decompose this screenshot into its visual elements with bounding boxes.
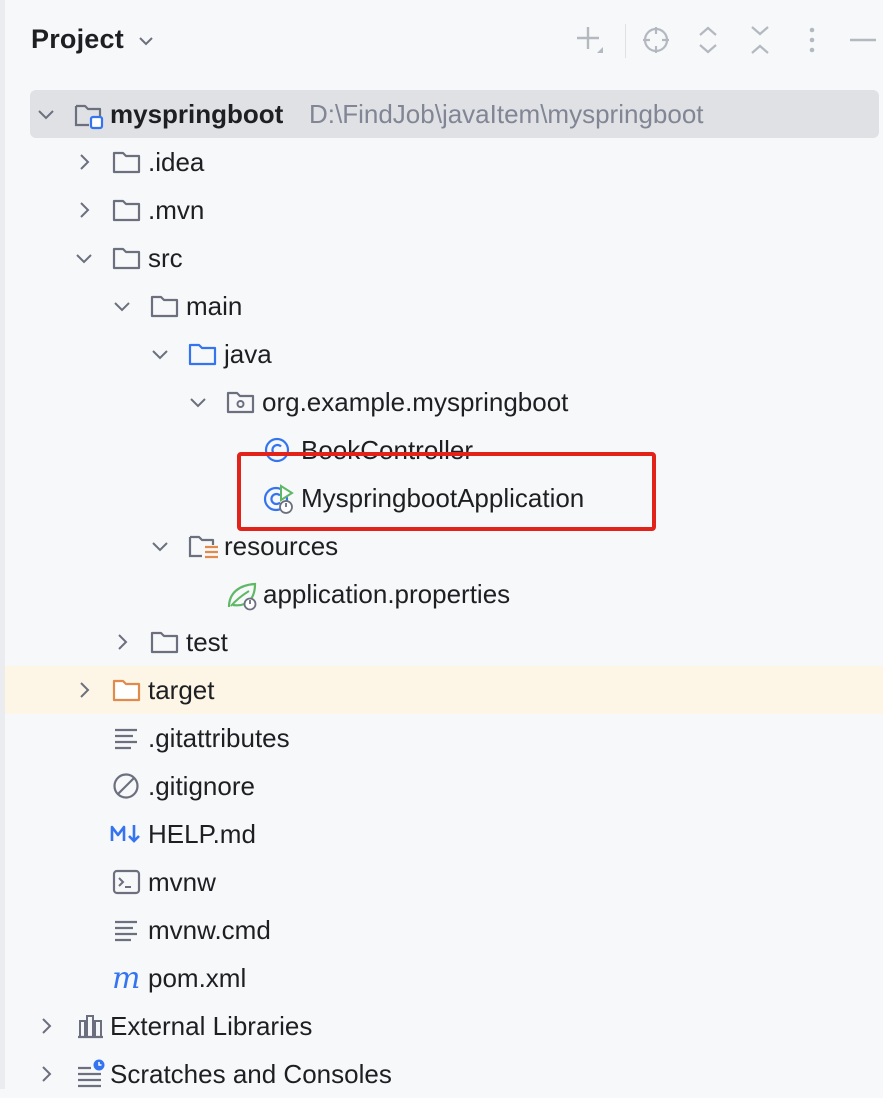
tree-row-package[interactable]: org.example.myspringboot [5,378,883,426]
tree-label: mvnw.cmd [148,915,271,945]
tree-row-target[interactable]: target [5,666,883,714]
tree-row-main[interactable]: main [5,282,883,330]
project-tool-window: Project myspringboot D:\FindJob\javaItem… [5,0,883,1089]
expand-all-icon[interactable] [690,22,726,58]
tree-row-mvn[interactable]: .mvn [5,186,883,234]
more-icon[interactable] [794,22,830,58]
chevron-down-icon[interactable] [73,247,95,269]
scratches-icon [75,1059,107,1089]
chevron-right-icon[interactable] [35,1015,57,1037]
svg-text:m: m [112,963,140,995]
tree-label: java [224,339,272,369]
locate-icon[interactable] [638,22,674,58]
spring-properties-icon [225,579,257,611]
tree-row-java[interactable]: java [5,330,883,378]
tree-row-mvnw-cmd[interactable]: mvnw.cmd [5,906,883,954]
chevron-down-icon[interactable] [35,103,57,125]
ignore-file-icon [111,771,143,801]
chevron-down-icon[interactable] [149,535,171,557]
folder-icon [149,291,181,321]
text-file-icon [111,915,143,945]
tree-label: External Libraries [110,1011,313,1041]
shell-script-icon [111,867,143,897]
annotation-highlight-box [237,452,656,531]
package-icon [225,387,257,417]
root-label: myspringboot [110,99,284,129]
chevron-down-icon[interactable] [187,391,209,413]
chevron-right-icon[interactable] [73,679,95,701]
markdown-icon [109,819,141,849]
tree-row-idea[interactable]: .idea [5,138,883,186]
source-folder-icon [187,339,219,369]
chevron-down-icon[interactable] [149,343,171,365]
hide-icon[interactable] [844,22,880,58]
tree-label: Scratches and Consoles [110,1059,392,1089]
folder-icon [111,243,143,273]
tree-label: application.properties [263,579,511,609]
collapse-all-icon[interactable] [742,22,778,58]
tree-label: pom.xml [148,963,247,993]
chevron-right-icon[interactable] [73,199,95,221]
tree-row-app-props[interactable]: application.properties [5,570,883,618]
chevron-right-icon[interactable] [73,151,95,173]
chevron-down-icon[interactable] [111,295,133,317]
chevron-down-icon[interactable] [135,30,157,52]
tree-label: HELP.md [148,819,256,849]
tree-label: .mvn [148,195,205,225]
text-file-icon [111,723,143,753]
tree-label: resources [224,531,339,561]
excluded-folder-icon [111,675,143,705]
tree-row-external-libraries[interactable]: External Libraries [5,1002,883,1050]
tree-row-pom[interactable]: m pom.xml [5,954,883,1002]
tree-row-help[interactable]: HELP.md [5,810,883,858]
folder-icon [149,627,181,657]
tree-label: org.example.myspringboot [262,387,569,417]
panel-title[interactable]: Project [31,24,124,55]
tree-label: test [186,627,228,657]
tree-label: src [148,243,183,273]
chevron-right-icon[interactable] [111,631,133,653]
tree-label: .gitignore [148,771,255,801]
folder-icon [111,195,143,225]
tree-label: .idea [148,147,205,177]
add-icon[interactable] [572,22,608,58]
tree-row-gitattributes[interactable]: .gitattributes [5,714,883,762]
library-icon [75,1011,107,1041]
toolbar-separator [625,24,626,58]
tree-label: target [148,675,215,705]
folder-icon [111,147,143,177]
tree-row-test[interactable]: test [5,618,883,666]
tree-label: .gitattributes [148,723,290,753]
tree-row-gitignore[interactable]: .gitignore [5,762,883,810]
project-header: Project [5,0,883,80]
tree-row-scratches[interactable]: Scratches and Consoles [5,1050,883,1098]
tree-row-src[interactable]: src [5,234,883,282]
chevron-right-icon[interactable] [35,1063,57,1085]
tree-label: main [186,291,243,321]
module-folder-icon [73,99,105,130]
maven-icon: m [111,961,143,996]
tree-row-mvnw[interactable]: mvnw [5,858,883,906]
tree-row-root-content[interactable]: myspringboot D:\FindJob\javaItem\mysprin… [5,90,883,138]
tree-label: mvnw [148,867,216,897]
root-path: D:\FindJob\javaItem\myspringboot [309,99,704,129]
resources-folder-icon [187,531,219,561]
